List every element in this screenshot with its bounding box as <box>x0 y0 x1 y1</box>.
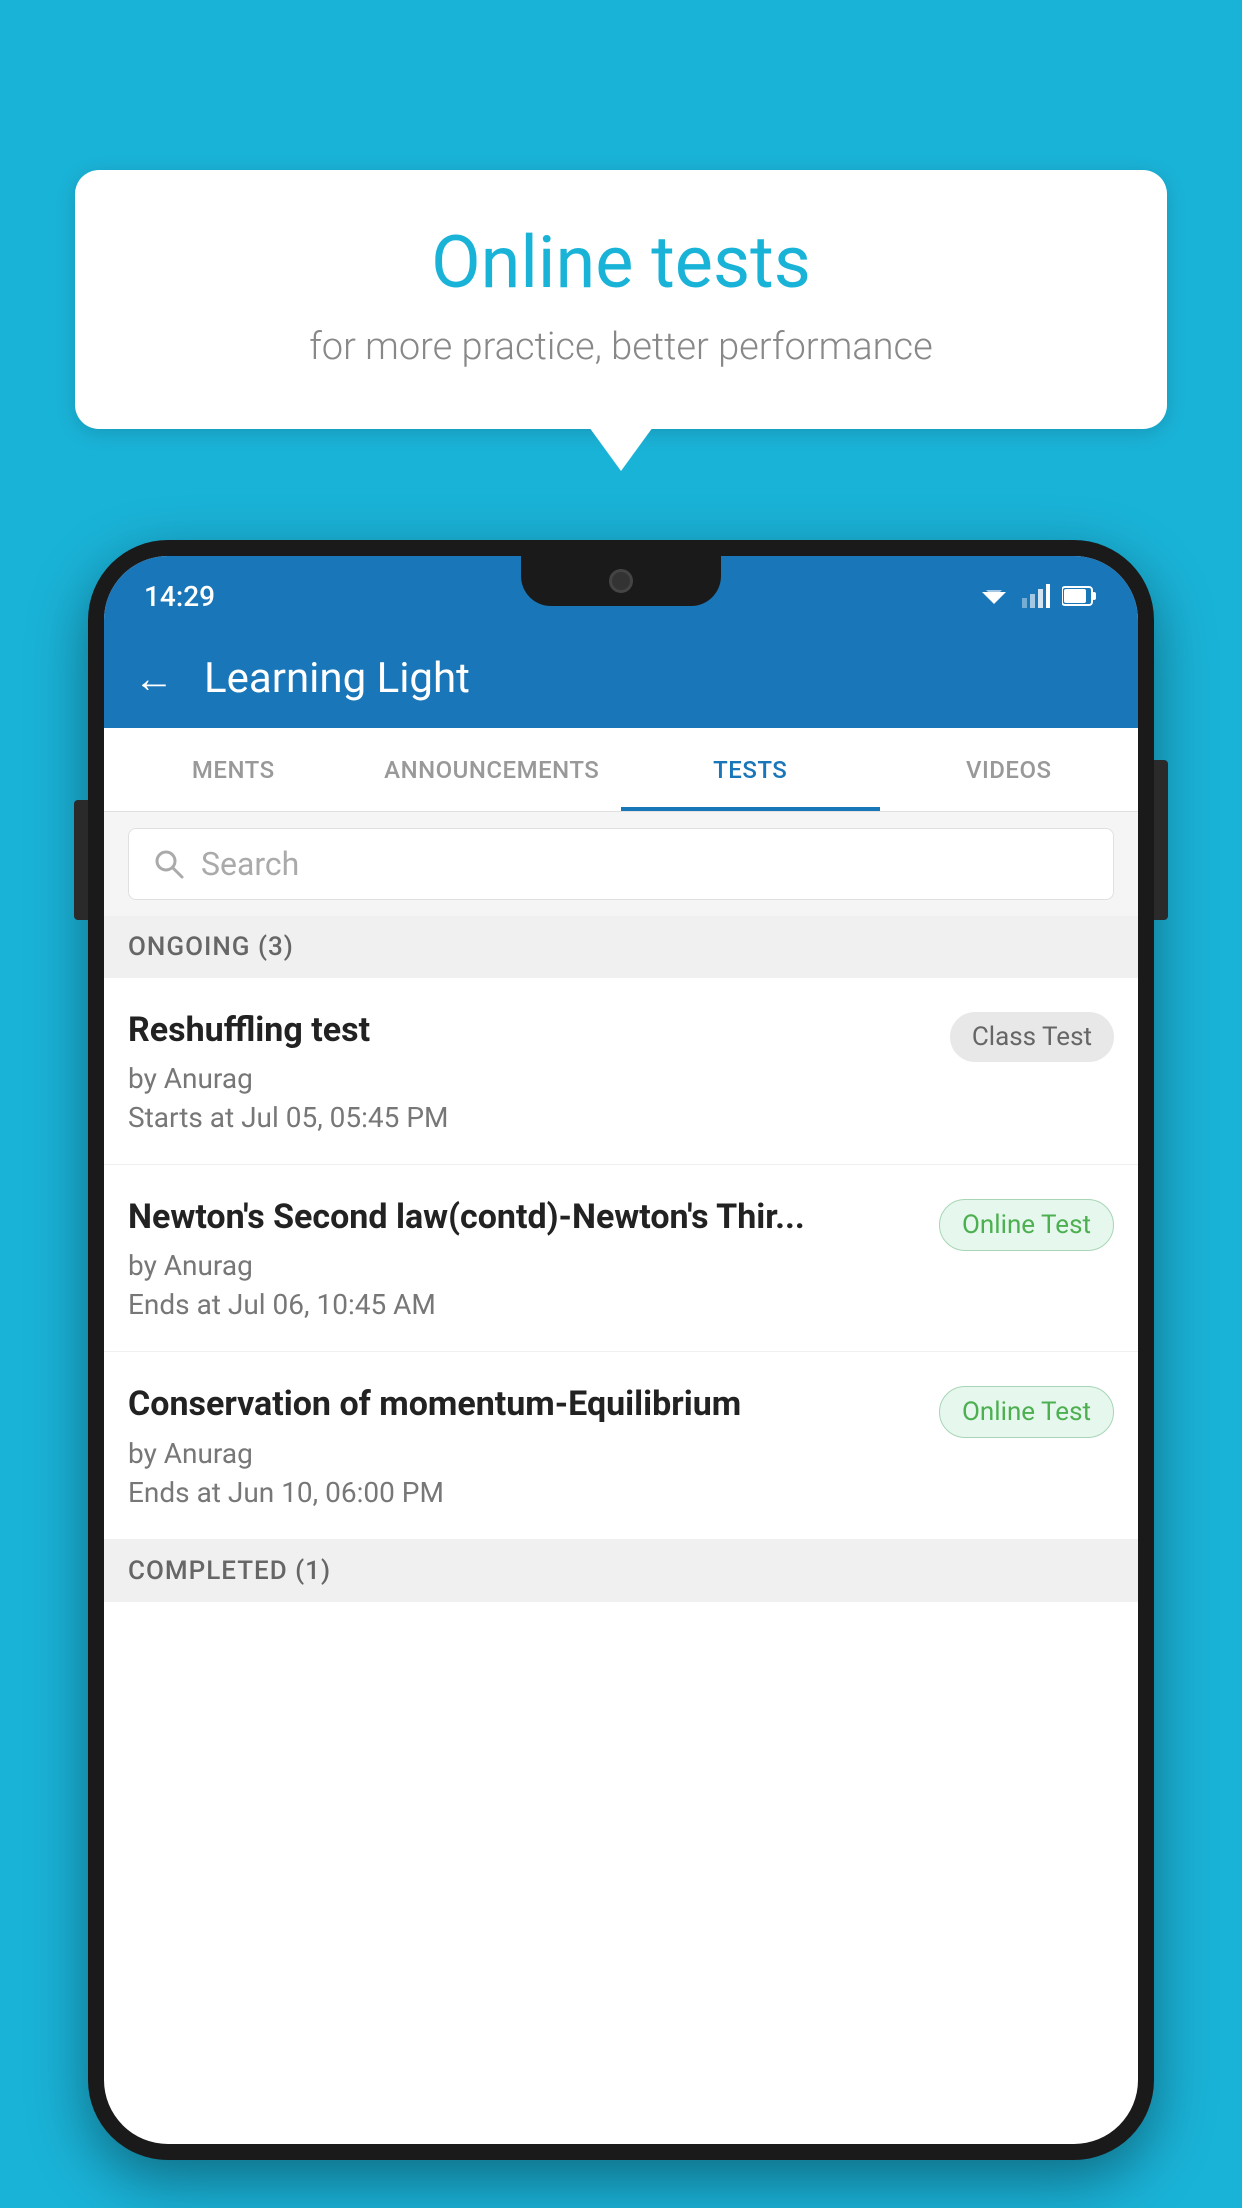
status-time: 14:29 <box>144 572 215 613</box>
back-button[interactable]: ← <box>134 655 174 702</box>
tabs-bar: MENTS ANNOUNCEMENTS TESTS VIDEOS <box>104 728 1138 812</box>
test-badge-online: Online Test <box>939 1386 1114 1438</box>
search-placeholder: Search <box>201 845 299 883</box>
search-container: Search <box>104 812 1138 916</box>
completed-section-header: COMPLETED (1) <box>104 1540 1138 1602</box>
search-input-wrap[interactable]: Search <box>128 828 1114 900</box>
phone-notch <box>521 556 721 606</box>
signal-icon <box>1022 584 1050 608</box>
test-date: Ends at Jun 10, 06:00 PM <box>128 1476 923 1509</box>
test-title: Reshuffling test <box>128 1008 934 1052</box>
app-bar: ← Learning Light <box>104 628 1138 728</box>
test-info: Conservation of momentum-Equilibrium by … <box>128 1382 923 1508</box>
status-icons <box>978 576 1098 608</box>
speech-bubble: Online tests for more practice, better p… <box>75 170 1167 429</box>
test-info: Newton's Second law(contd)-Newton's Thir… <box>128 1195 923 1321</box>
test-date: Ends at Jul 06, 10:45 AM <box>128 1288 923 1321</box>
test-info: Reshuffling test by Anurag Starts at Jul… <box>128 1008 934 1134</box>
test-item[interactable]: Conservation of momentum-Equilibrium by … <box>104 1352 1138 1539</box>
tab-tests[interactable]: TESTS <box>621 728 880 811</box>
phone-wrapper: 14:29 <box>88 540 1154 2208</box>
bubble-title: Online tests <box>135 220 1107 305</box>
test-author: by Anurag <box>128 1062 934 1095</box>
tab-videos[interactable]: VIDEOS <box>880 728 1139 811</box>
search-icon <box>153 848 185 880</box>
app-bar-title: Learning Light <box>204 654 470 703</box>
test-item[interactable]: Newton's Second law(contd)-Newton's Thir… <box>104 1165 1138 1352</box>
test-badge-class: Class Test <box>950 1012 1114 1062</box>
test-date: Starts at Jul 05, 05:45 PM <box>128 1101 934 1134</box>
wifi-icon <box>978 584 1010 608</box>
front-camera <box>609 569 633 593</box>
tab-ments[interactable]: MENTS <box>104 728 363 811</box>
bubble-subtitle: for more practice, better performance <box>135 325 1107 369</box>
phone-screen: 14:29 <box>104 556 1138 2144</box>
test-badge-online: Online Test <box>939 1199 1114 1251</box>
test-author: by Anurag <box>128 1437 923 1470</box>
battery-icon <box>1062 585 1098 607</box>
tab-announcements[interactable]: ANNOUNCEMENTS <box>363 728 622 811</box>
phone-outer: 14:29 <box>88 540 1154 2160</box>
test-item[interactable]: Reshuffling test by Anurag Starts at Jul… <box>104 978 1138 1165</box>
test-title: Conservation of momentum-Equilibrium <box>128 1382 923 1426</box>
ongoing-section-header: ONGOING (3) <box>104 916 1138 978</box>
test-title: Newton's Second law(contd)-Newton's Thir… <box>128 1195 923 1239</box>
test-author: by Anurag <box>128 1249 923 1282</box>
